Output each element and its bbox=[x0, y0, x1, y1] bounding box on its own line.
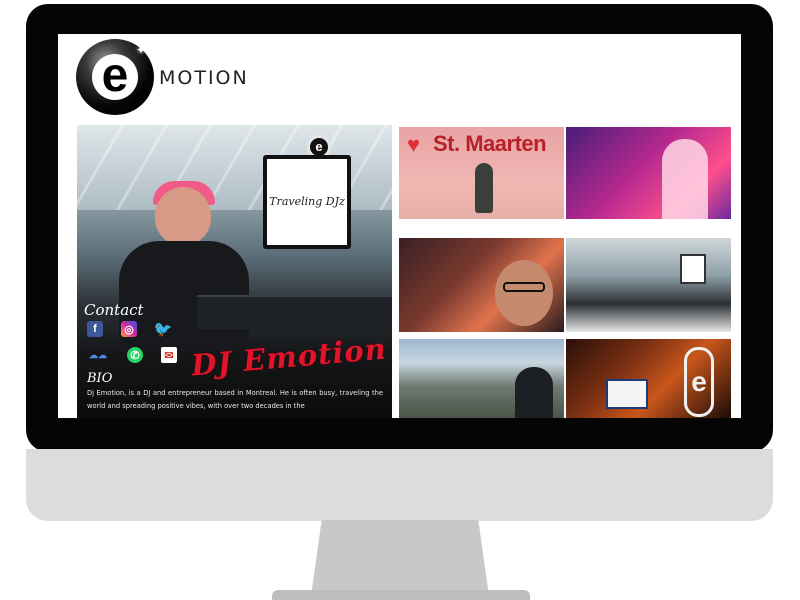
facebook-icon[interactable]: f bbox=[87, 321, 103, 337]
contact-heading: Contact bbox=[84, 301, 144, 319]
instagram-icon[interactable]: ◎ bbox=[121, 321, 137, 337]
person-figure bbox=[515, 367, 553, 418]
hero-photo-panel: e Traveling DJz Contact f ◎ 🐦 ☁☁ ✆ ✉ DJ … bbox=[77, 125, 392, 418]
website-screen: e ✦ MOTION e Traveling DJz Contact f ◎ 🐦… bbox=[58, 34, 741, 418]
monitor-base bbox=[272, 590, 530, 600]
social-row-top: f ◎ 🐦 bbox=[87, 321, 173, 338]
gallery-photo-pink-stage[interactable] bbox=[566, 127, 731, 219]
whatsapp-icon[interactable]: ✆ bbox=[127, 347, 143, 363]
heart-icon: ♥ bbox=[407, 132, 421, 157]
person-figure bbox=[662, 139, 708, 219]
hero-laptop: Traveling DJz bbox=[263, 155, 351, 249]
photo-caption: St. Maarten bbox=[433, 131, 547, 156]
gallery-photo-dj-booth[interactable] bbox=[566, 238, 731, 332]
person-figure bbox=[475, 163, 493, 213]
twitter-icon[interactable]: 🐦 bbox=[154, 321, 173, 338]
stage-screen bbox=[606, 379, 648, 409]
email-icon[interactable]: ✉ bbox=[161, 347, 177, 363]
person-face bbox=[495, 260, 553, 326]
glasses bbox=[503, 282, 545, 292]
gallery-photo-selfie[interactable] bbox=[399, 238, 564, 332]
dj-head bbox=[155, 187, 211, 245]
logo-text: MOTION bbox=[159, 67, 249, 89]
site-logo[interactable]: e ✦ MOTION bbox=[76, 39, 306, 115]
bio-heading: BIO bbox=[87, 371, 113, 386]
light-logo-icon: e bbox=[684, 347, 714, 417]
dj-deck bbox=[197, 295, 392, 329]
laptop-screen-text: Traveling DJz bbox=[267, 159, 347, 245]
laptop-sign bbox=[680, 254, 706, 284]
gallery-photo-mountain-view[interactable] bbox=[399, 339, 564, 418]
monitor-stand bbox=[311, 520, 489, 596]
monitor-chin bbox=[26, 449, 773, 521]
social-row-bottom: ☁☁ ✆ ✉ bbox=[87, 347, 177, 363]
sparkle-icon: ✦ bbox=[136, 43, 147, 57]
bio-text: Dj Emotion, is a DJ and entrepreneur bas… bbox=[87, 389, 383, 410]
gallery-photo-st-maarten[interactable]: ♥ St. Maarten bbox=[399, 127, 564, 219]
mixcloud-icon[interactable]: ☁☁ bbox=[87, 347, 109, 363]
logo-letter: e bbox=[101, 49, 129, 102]
gallery-photo-club-stage[interactable]: e bbox=[566, 339, 731, 418]
